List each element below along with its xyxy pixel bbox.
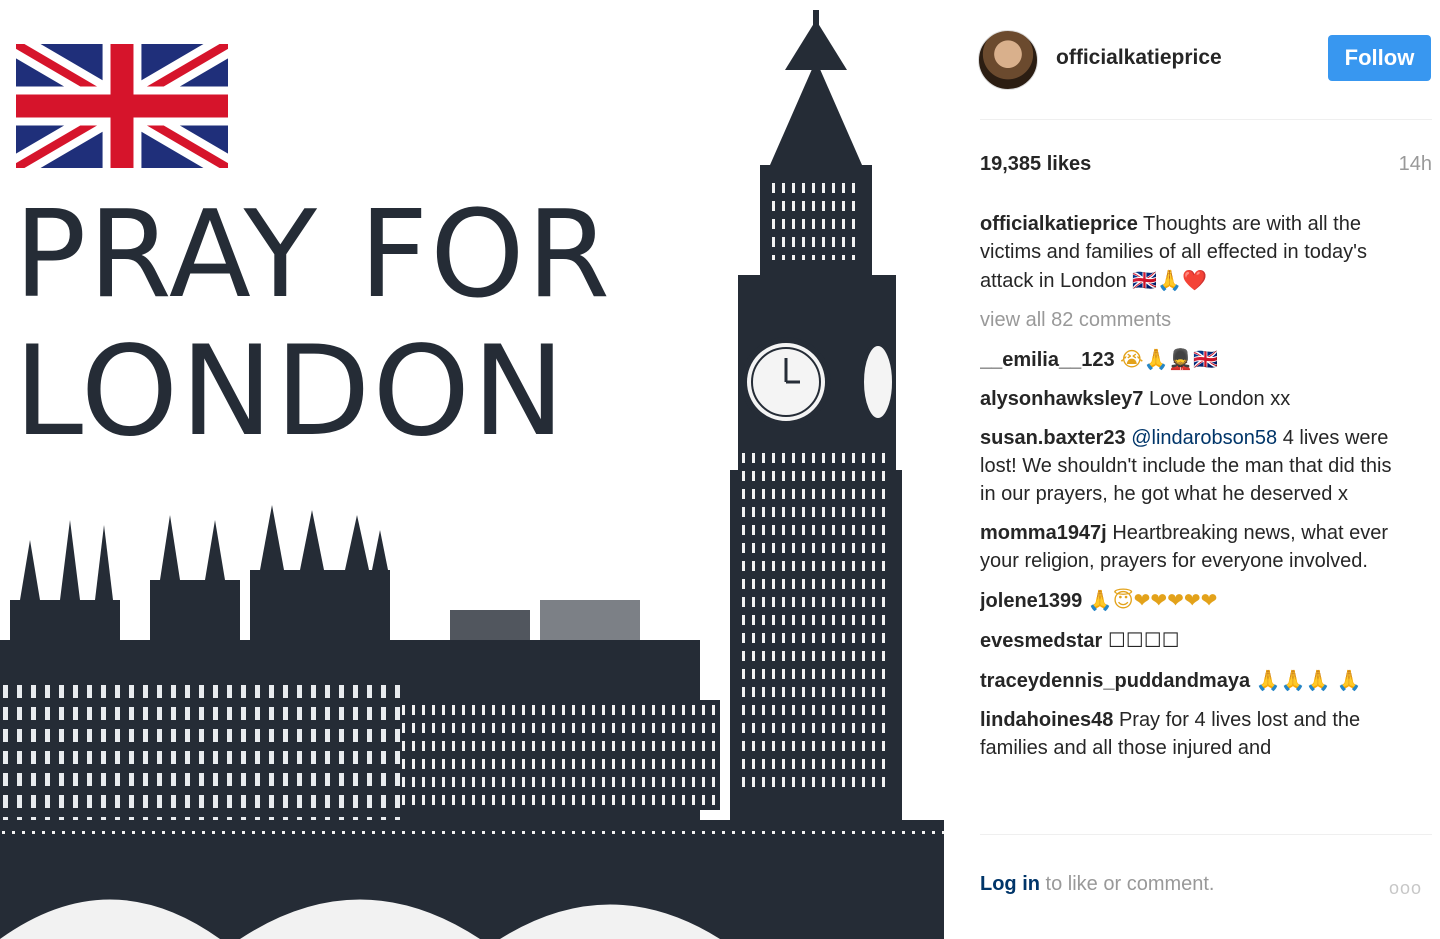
comment-item: evesmedstar ☐☐☐☐ bbox=[980, 626, 1400, 655]
comment-item: jolene1399 🙏😇❤❤❤❤❤ bbox=[980, 586, 1400, 615]
divider bbox=[980, 834, 1432, 835]
comment-item: susan.baxter23 @lindarobson58 4 lives we… bbox=[980, 424, 1400, 508]
caption: officialkatieprice Thoughts are with all… bbox=[980, 210, 1400, 295]
comment-item: lindahoines48 Pray for 4 lives lost and … bbox=[980, 706, 1400, 762]
comments-list[interactable]: officialkatieprice Thoughts are with all… bbox=[980, 210, 1400, 834]
view-all-comments-link[interactable]: view all 82 comments bbox=[980, 306, 1400, 334]
comment-item: momma1947j Heartbreaking news, what ever… bbox=[980, 519, 1400, 575]
caption-emoji: 🇬🇧🙏❤️ bbox=[1132, 268, 1208, 292]
comment-mention-link[interactable]: @lindarobson58 bbox=[1131, 427, 1277, 449]
comment-item: traceydennis_puddandmaya 🙏🙏🙏 🙏 bbox=[980, 666, 1400, 695]
comment-username[interactable]: jolene1399 bbox=[980, 590, 1082, 612]
comment-username[interactable]: susan.baxter23 bbox=[980, 427, 1126, 449]
login-prompt-text: to like or comment. bbox=[1045, 873, 1215, 895]
comment-username[interactable]: alysonhawksley7 bbox=[980, 388, 1143, 410]
login-prompt: Log in to like or comment. bbox=[980, 873, 1215, 896]
username-link[interactable]: officialkatieprice bbox=[1056, 46, 1222, 70]
avatar[interactable] bbox=[978, 30, 1038, 90]
comment-emoji: 😭🙏💂🇬🇧 bbox=[1120, 347, 1219, 371]
follow-button[interactable]: Follow bbox=[1328, 35, 1431, 81]
comment-username[interactable]: lindahoines48 bbox=[980, 709, 1113, 731]
comment-username[interactable]: traceydennis_puddandmaya bbox=[980, 670, 1250, 692]
login-link[interactable]: Log in bbox=[980, 873, 1040, 895]
likes-count[interactable]: 19,385 likes bbox=[980, 153, 1091, 176]
comment-item: __emilia__123 😭🙏💂🇬🇧 bbox=[980, 345, 1400, 374]
post-time[interactable]: 14h bbox=[1399, 153, 1432, 176]
comment-emoji: 🙏😇❤❤❤❤❤ bbox=[1087, 588, 1218, 612]
comment-emoji: ☐☐☐☐ bbox=[1107, 628, 1180, 652]
post-header: officialkatieprice Follow bbox=[976, 28, 1432, 92]
caption-username[interactable]: officialkatieprice bbox=[980, 213, 1138, 235]
more-options-icon[interactable]: ooo bbox=[1389, 878, 1422, 899]
comment-emoji: 🙏🙏🙏 🙏 bbox=[1255, 668, 1362, 692]
divider bbox=[980, 119, 1432, 120]
post-sidebar: officialkatieprice Follow 19,385 likes 1… bbox=[944, 0, 1440, 939]
post-image[interactable]: PRAY FOR LONDON bbox=[0, 0, 944, 939]
comment-text: Love London xx bbox=[1149, 388, 1291, 410]
comment-username[interactable]: momma1947j bbox=[980, 522, 1107, 544]
comment-username[interactable]: evesmedstar bbox=[980, 630, 1102, 652]
comment-item: alysonhawksley7 Love London xx bbox=[980, 385, 1400, 413]
comment-username[interactable]: __emilia__123 bbox=[980, 349, 1115, 371]
london-skyline-illustration bbox=[0, 10, 944, 939]
